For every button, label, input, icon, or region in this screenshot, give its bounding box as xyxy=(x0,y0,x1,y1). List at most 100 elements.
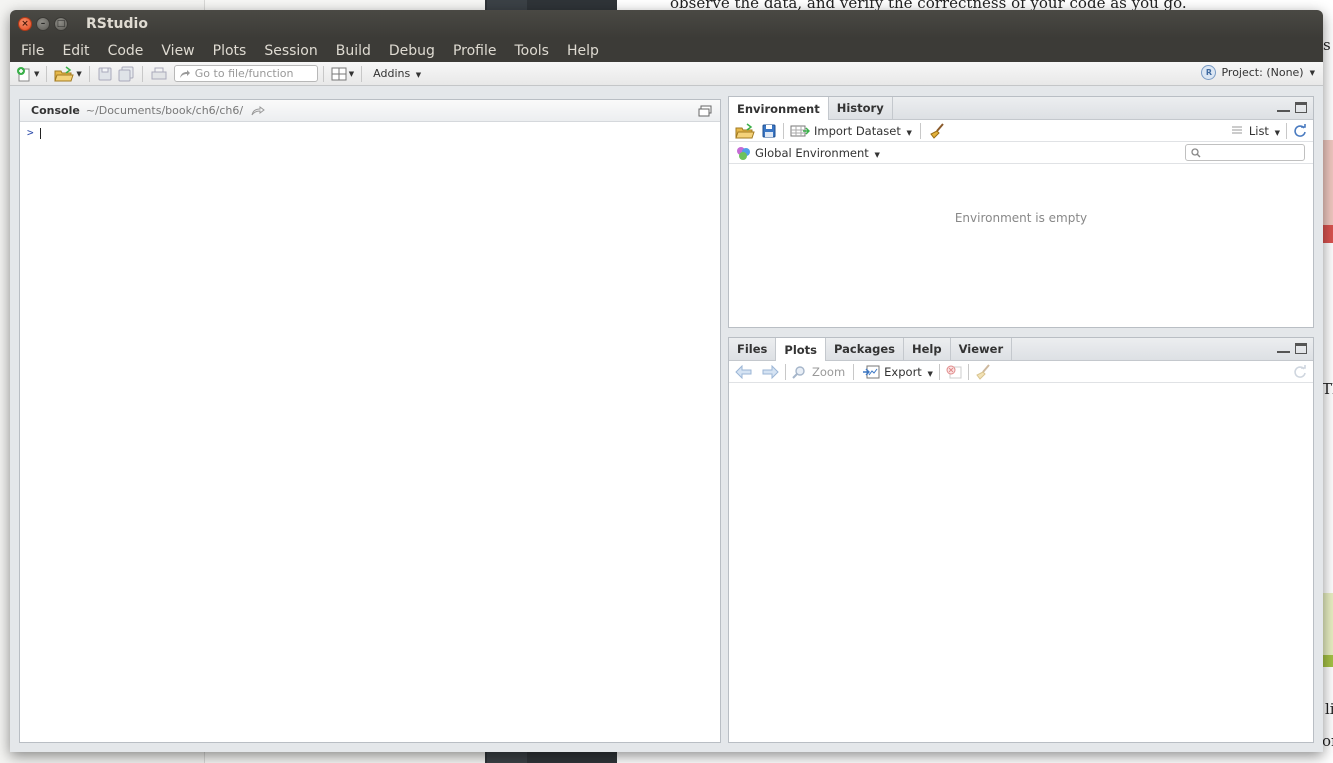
tab-viewer[interactable]: Viewer xyxy=(951,338,1013,360)
toolbar-separator xyxy=(46,65,48,82)
rstudio-window: × – □ RStudio File Edit Code View Plots … xyxy=(10,10,1323,752)
plots-pane: Files Plots Packages Help Viewer Zoom Ex… xyxy=(728,337,1314,743)
tab-packages[interactable]: Packages xyxy=(826,338,904,360)
menu-debug[interactable]: Debug xyxy=(380,43,444,59)
console-pane: Console ~/Documents/book/ch6/ch6/ > xyxy=(19,99,721,743)
zoom-icon xyxy=(792,365,805,379)
minimize-window-button[interactable]: – xyxy=(36,17,50,31)
clear-plots-broom-icon[interactable] xyxy=(975,363,993,380)
zoom-button[interactable]: Zoom xyxy=(812,365,845,379)
save-button[interactable] xyxy=(97,65,113,83)
go-to-directory-icon[interactable] xyxy=(251,105,265,116)
minimize-pane-icon[interactable] xyxy=(1277,109,1290,112)
menu-tools[interactable]: Tools xyxy=(505,43,558,59)
global-environment-icon xyxy=(737,146,750,160)
toolbar-separator xyxy=(967,363,969,380)
broom-icon[interactable] xyxy=(929,122,947,139)
console-cursor xyxy=(39,128,41,139)
environment-pane: Environment History Import Dataset ▼ Lis… xyxy=(728,96,1314,328)
environment-toolbar: Import Dataset ▼ List ▼ xyxy=(729,120,1313,142)
workspace-panes-button[interactable]: ▼ xyxy=(331,65,354,83)
plots-tabs: Files Plots Packages Help Viewer xyxy=(729,338,1313,361)
menu-file[interactable]: File xyxy=(12,43,53,59)
save-workspace-icon[interactable] xyxy=(761,123,777,139)
toolbar-separator xyxy=(361,65,363,82)
export-button[interactable]: Export ▼ xyxy=(884,365,933,379)
list-view-control: List ▼ xyxy=(1231,122,1307,139)
save-all-icon xyxy=(118,66,134,81)
background-text-line: Th xyxy=(1322,380,1333,398)
tab-environment[interactable]: Environment xyxy=(729,97,829,120)
import-dataset-icon xyxy=(790,125,810,136)
goto-input[interactable] xyxy=(194,67,313,80)
project-label: Project: (None) xyxy=(1221,66,1304,79)
minimize-pane-icon[interactable] xyxy=(1277,350,1290,353)
open-file-button[interactable]: ▼ xyxy=(54,65,82,83)
import-dataset-button[interactable]: Import Dataset ▼ xyxy=(814,124,912,138)
main-toolbar: ▼ ▼ ▼ Addins ▼ R Project: (N xyxy=(10,62,1323,86)
menu-session[interactable]: Session xyxy=(255,43,326,59)
search-icon xyxy=(1191,147,1201,157)
goto-arrow-icon xyxy=(179,69,190,78)
close-window-button[interactable]: × xyxy=(18,17,32,31)
background-text-line: or xyxy=(1322,732,1333,750)
menu-build[interactable]: Build xyxy=(327,43,380,59)
toolbar-separator xyxy=(785,363,786,380)
toolbar-separator xyxy=(853,363,855,380)
maximize-pane-icon[interactable] xyxy=(1295,102,1307,113)
save-all-button[interactable] xyxy=(117,65,135,83)
menu-plots[interactable]: Plots xyxy=(204,43,256,59)
forward-arrow-icon[interactable] xyxy=(761,364,779,379)
background-block xyxy=(1322,225,1333,243)
console-path: ~/Documents/book/ch6/ch6/ xyxy=(85,104,244,117)
tab-help[interactable]: Help xyxy=(904,338,951,360)
export-label: Export xyxy=(884,364,922,379)
pane-controls xyxy=(1277,102,1307,113)
environment-empty-message: Environment is empty xyxy=(954,211,1088,225)
environment-search-input[interactable] xyxy=(1205,147,1301,158)
export-icon xyxy=(863,365,880,378)
remove-plot-icon[interactable] xyxy=(946,365,962,379)
tab-history[interactable]: History xyxy=(829,97,893,119)
list-icon xyxy=(1231,126,1242,133)
maximize-pane-icon[interactable] xyxy=(1295,343,1307,354)
folder-open-icon xyxy=(54,65,75,81)
goto-file-function[interactable] xyxy=(173,65,318,82)
refresh-icon[interactable] xyxy=(1293,123,1307,138)
toolbar-separator xyxy=(322,65,324,82)
restore-pane-icon[interactable] xyxy=(698,105,712,117)
environment-scope-button[interactable]: Global Environment ▼ xyxy=(755,146,880,160)
grid-icon xyxy=(331,67,347,80)
tab-files[interactable]: Files xyxy=(729,338,777,360)
menu-view[interactable]: View xyxy=(152,43,203,59)
menu-code[interactable]: Code xyxy=(99,43,153,59)
environment-scope-bar: Global Environment ▼ xyxy=(729,142,1313,164)
console-body[interactable]: > xyxy=(20,122,720,143)
addins-button[interactable]: Addins ▼ xyxy=(373,67,421,80)
menu-help[interactable]: Help xyxy=(558,43,608,59)
refresh-plots-icon[interactable] xyxy=(1293,364,1307,379)
menu-edit[interactable]: Edit xyxy=(53,43,98,59)
environment-tabs: Environment History xyxy=(729,97,1313,120)
list-view-button[interactable]: List ▼ xyxy=(1249,124,1280,138)
background-block xyxy=(1322,593,1333,658)
maximize-window-button[interactable]: □ xyxy=(54,17,68,31)
toolbar-separator xyxy=(1286,122,1287,139)
save-icon xyxy=(98,67,112,80)
environment-search[interactable] xyxy=(1185,144,1305,161)
import-dataset-label: Import Dataset xyxy=(814,123,901,138)
title-bar: × – □ RStudio xyxy=(10,10,1323,38)
tab-plots[interactable]: Plots xyxy=(776,338,827,361)
background-block xyxy=(1322,655,1333,667)
menu-profile[interactable]: Profile xyxy=(444,43,506,59)
print-button[interactable] xyxy=(150,65,168,83)
toolbar-separator xyxy=(141,65,143,82)
console-header: Console ~/Documents/book/ch6/ch6/ xyxy=(20,100,720,122)
project-menu[interactable]: R Project: (None) ▼ xyxy=(1201,65,1315,80)
back-arrow-icon[interactable] xyxy=(735,364,753,379)
toolbar-separator xyxy=(88,65,90,82)
window-title: RStudio xyxy=(86,16,148,32)
new-file-button[interactable]: ▼ xyxy=(16,65,39,83)
load-workspace-icon[interactable] xyxy=(735,122,755,139)
background-block xyxy=(1322,140,1333,225)
